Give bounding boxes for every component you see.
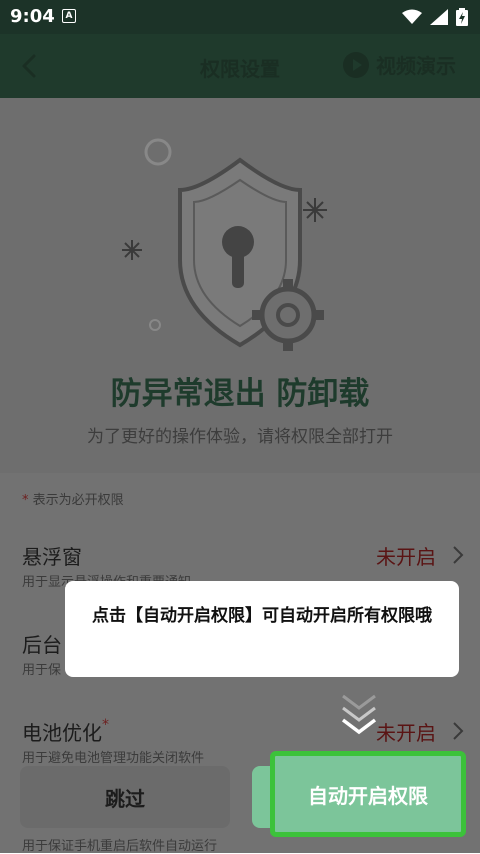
permission-name: 电池优化* [22, 717, 109, 746]
permission-desc: 用于保 [22, 663, 62, 678]
permission-name: 后台 [22, 633, 62, 657]
required-note: * 表示为必开权限 [22, 489, 124, 508]
status-bar: 9:04 A [0, 0, 480, 34]
skip-button[interactable]: 跳过 [20, 766, 230, 828]
permission-status: 未开启 [376, 545, 436, 569]
status-time: 9:04 [10, 6, 55, 27]
permission-name: 悬浮窗 [22, 545, 82, 569]
required-note-text: 表示为必开权限 [28, 493, 124, 508]
video-demo-button[interactable]: 视频演示 [342, 50, 456, 79]
auto-enable-button[interactable]: 自动开启权限 [270, 751, 466, 837]
required-star: * [102, 717, 109, 733]
app-bar: 权限设置 视频演示 [0, 34, 480, 98]
video-demo-label: 视频演示 [376, 54, 456, 78]
permission-name-text: 电池优化 [22, 721, 102, 745]
guide-tooltip: 点击【自动开启权限】可自动开启所有权限哦 [65, 581, 459, 677]
chevron-down-icon [341, 694, 377, 735]
chevron-right-icon [453, 722, 464, 740]
battery-icon [456, 8, 468, 26]
play-circle-icon [343, 51, 369, 78]
hero-subtitle: 为了更好的操作体验，请将权限全部打开 [87, 427, 393, 447]
footer-partial-text: 用于保证手机重启后软件自动运行 [22, 839, 218, 854]
status-icons [402, 8, 468, 26]
hero-section: 防异常退出 防卸载 为了更好的操作体验，请将权限全部打开 [0, 98, 480, 473]
chevron-right-icon [453, 546, 464, 564]
shield-lock-illustration [122, 138, 327, 351]
wifi-icon [402, 9, 422, 24]
notification-icon: A [62, 9, 76, 23]
permission-status: 未开启 [376, 721, 436, 745]
hero-title: 防异常退出 防卸载 [110, 376, 370, 412]
permission-desc: 用于避免电池管理功能关闭软件 [22, 751, 205, 766]
signal-icon [430, 9, 448, 25]
